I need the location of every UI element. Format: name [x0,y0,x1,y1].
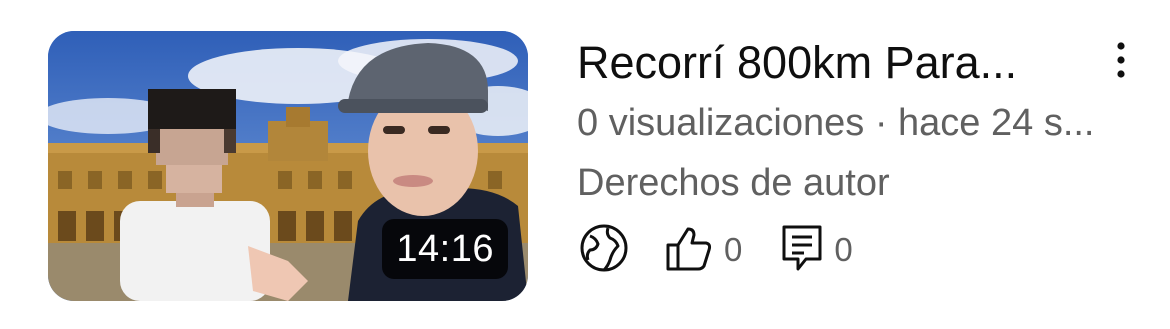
more-vert-icon[interactable] [1108,40,1134,80]
video-thumbnail[interactable]: 14:16 [48,31,528,301]
video-details: Recorrí 800km Para... 0 visualizaciones … [577,38,1137,206]
like-count: 0 [724,231,743,268]
comment-count: 0 [834,231,853,268]
video-list-item[interactable]: 14:16 Recorrí 800km Para... 0 visualizac… [0,0,1170,329]
video-stats: 0 0 [578,222,891,278]
globe-icon [578,222,630,279]
video-title[interactable]: Recorrí 800km Para... [577,38,1057,88]
duration-badge: 14:16 [382,219,508,279]
comment-icon[interactable] [780,223,824,278]
video-meta: 0 visualizaciones · hace 24 s... [577,102,1095,144]
video-status: Derechos de autor [577,162,890,204]
thumbs-up-icon[interactable] [664,223,714,278]
